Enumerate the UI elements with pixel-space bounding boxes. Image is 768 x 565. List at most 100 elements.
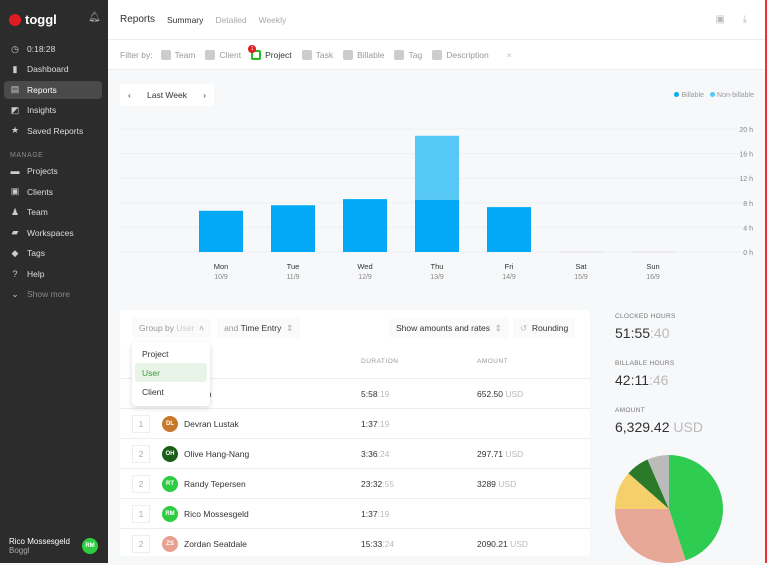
sidebar-item-label: Team (27, 207, 48, 217)
sidebar-item-label: Dashboard (27, 64, 69, 74)
power-icon (9, 13, 21, 26)
filter-count-badge: 1 (248, 44, 257, 53)
user-name: Devran Lustak (184, 418, 239, 429)
filter-billable[interactable]: Billable (343, 49, 384, 60)
option-client[interactable]: Client (135, 382, 207, 401)
sidebar-item-workspaces[interactable]: ▰ Workspaces (4, 224, 102, 242)
filter-label: Filter by: (120, 49, 153, 60)
period-label[interactable]: Last Week (147, 90, 187, 100)
tab-weekly[interactable]: Weekly (259, 15, 287, 25)
filter-client[interactable]: Client (205, 49, 241, 60)
tag-filter-icon (394, 49, 405, 60)
bar-billable[interactable] (343, 199, 387, 252)
sidebar-item-insights[interactable]: ◩ Insights (4, 101, 102, 119)
clear-filters-icon[interactable]: × (507, 50, 512, 60)
table-row[interactable]: 2 RT Randy Tepersen 23:32:55 3289 USD (120, 468, 590, 498)
duration-header[interactable]: DURATION (361, 358, 398, 365)
amount: 297.71 USD (477, 449, 523, 459)
sidebar-item-projects[interactable]: ▬ Projects (4, 162, 102, 180)
amount-currency: USD (505, 448, 524, 459)
sidebar-item-clients[interactable]: ▣ Clients (4, 183, 102, 201)
bar-chart: 20 h 16 h 12 h 8 h 4 h 0 h Mon 10/9 Tue 11/9 Wed 12… (118, 127, 753, 281)
amount-value: 6,329.42 (615, 419, 670, 435)
bar-billable[interactable] (271, 205, 315, 252)
bar-billable[interactable] (415, 199, 459, 252)
user-info[interactable]: Rico Mossesgeld Boggl (9, 537, 70, 555)
legend-non-billable-label: Non-billable (717, 92, 754, 99)
x-tick-label: Thu (431, 262, 444, 271)
billable-hours: BILLABLE HOURS 42:11:46 (615, 360, 674, 388)
star-icon: ★ (10, 125, 20, 135)
user-name: Rico Mossesgeld (184, 508, 249, 519)
table-row[interactable]: 1 DL Devran Lustak 1:37:19 (120, 408, 590, 438)
next-period-button[interactable]: › (203, 90, 206, 100)
download-icon[interactable]: ⤓ (743, 14, 747, 25)
bell-icon[interactable]: 🔔︎ (88, 12, 101, 23)
amounts-select[interactable]: Show amounts and rates ⇕ (389, 318, 509, 338)
tab-summary[interactable]: Summary (167, 15, 203, 25)
timer[interactable]: ◷ 0:18:28 (4, 40, 102, 58)
entry-count: 1 (132, 504, 150, 523)
help-icon: ? (12, 268, 18, 279)
rounding-button[interactable]: ↺ Rounding (513, 318, 576, 338)
y-tick-label: 20 h (739, 127, 753, 134)
tab-detailed[interactable]: Detailed (215, 15, 246, 25)
page-title: Reports (120, 14, 156, 25)
duration: 15:33:24 (361, 539, 394, 549)
x-tick-date: 14/9 (502, 274, 516, 281)
bar-non-billable[interactable] (415, 135, 459, 200)
sidebar-item-tags[interactable]: ◆ Tags (4, 244, 102, 262)
sidebar-item-dashboard[interactable]: ▮ Dashboard (4, 60, 102, 78)
sidebar-item-label: Reports (27, 84, 57, 95)
x-tick-date: 13/9 (430, 274, 444, 281)
avatar[interactable]: RM (82, 538, 98, 554)
table-row[interactable]: 1 RM Rico Mossesgeld 1:37:19 (120, 498, 590, 528)
group-by-select[interactable]: Group by User ˄ (132, 318, 211, 338)
legend-non-billable: Non-billable (710, 92, 754, 99)
group-by-label: Group by (139, 323, 174, 333)
group-by-dropdown: Project User Client (132, 342, 210, 406)
team-icon: ♟ (10, 206, 20, 217)
timer-value: 0:18:28 (27, 44, 56, 54)
task-filter-icon (301, 49, 312, 60)
pie-chart (615, 455, 723, 563)
sidebar-item-show-more[interactable]: ⌄ Show more (4, 285, 102, 303)
sidebar-item-team[interactable]: ♟ Team (4, 203, 102, 221)
user-name: Rico Mossesgeld (9, 537, 70, 546)
amount-currency: USD (498, 478, 517, 489)
save-icon[interactable]: ▣ (716, 14, 725, 25)
sidebar-item-label: Saved Reports (27, 125, 84, 136)
table-row[interactable]: 2 OH Olive Hang-Nang 3:36:24 297.71 USD (120, 438, 590, 468)
toggl-logo[interactable]: toggl (9, 12, 57, 27)
duration: 1:37:19 (361, 509, 389, 519)
sidebar-item-label: Insights (27, 105, 57, 115)
table-row[interactable]: 2 ZS Zordan Seatdale 15:33:24 2090.21 USD (120, 528, 590, 558)
duration-hm: 5:58 (361, 388, 378, 399)
prev-period-button[interactable]: ‹ (128, 90, 131, 100)
duration-hm: 15:33 (361, 538, 383, 549)
filter-project[interactable]: 1 Project (248, 44, 292, 60)
sidebar-item-label: Clients (27, 186, 53, 197)
subgroup-select[interactable]: and Time Entry ⇕ (217, 318, 301, 338)
sidebar-item-reports[interactable]: ▤ Reports (4, 80, 102, 99)
filter-description[interactable]: Description (432, 49, 489, 60)
entry-count: 2 (132, 444, 150, 463)
filter-tag[interactable]: Tag (394, 49, 422, 60)
sidebar-item-help[interactable]: ? Help (4, 265, 102, 283)
bar-billable[interactable] (199, 210, 243, 252)
chart-legend: Billable Non-billable (674, 92, 754, 99)
filter-task[interactable]: Task (301, 49, 333, 60)
sidebar-item-saved-reports[interactable]: ★ Saved Reports (4, 122, 102, 140)
sidebar-item-label: Help (27, 268, 45, 279)
amount-header[interactable]: AMOUNT (477, 358, 508, 365)
x-tick-date: 11/9 (286, 274, 299, 281)
filter-team[interactable]: Team (160, 49, 195, 60)
bar-billable[interactable] (487, 207, 531, 252)
sidebar: toggl 🔔︎ ◷ 0:18:28 ▮ Dashboard ▤ Reports ◩ Ins… (0, 0, 108, 563)
option-user[interactable]: User (135, 363, 207, 382)
project-filter-icon: 1 (248, 44, 262, 60)
x-tick-label: Tue (287, 262, 300, 271)
date-range-picker[interactable]: ‹ Last Week › (120, 84, 214, 106)
option-project[interactable]: Project (135, 344, 207, 363)
sort-icon: ⇕ (286, 322, 294, 333)
